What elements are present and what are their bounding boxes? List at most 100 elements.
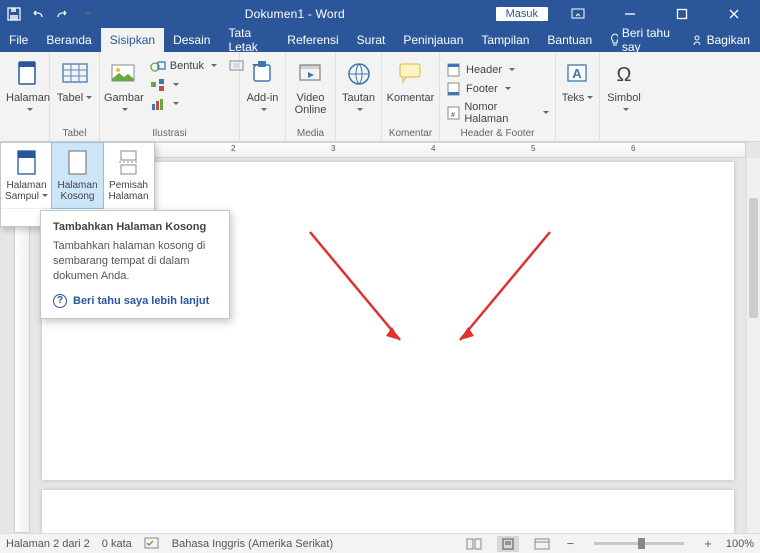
halaman-button[interactable]: Halaman bbox=[6, 56, 50, 118]
symbol-icon: Ω bbox=[608, 58, 640, 90]
gambar-button[interactable]: Gambar bbox=[104, 56, 144, 118]
zoom-slider-knob[interactable] bbox=[638, 538, 645, 549]
zoom-slider[interactable] bbox=[594, 542, 684, 545]
komentar-label: Komentar bbox=[387, 92, 435, 104]
page-number-icon: # bbox=[446, 106, 460, 120]
tabel-label: Tabel bbox=[57, 92, 92, 104]
tab-tataletak[interactable]: Tata Letak bbox=[219, 28, 278, 52]
tab-tampilan[interactable]: Tampilan bbox=[472, 28, 538, 52]
share-icon bbox=[691, 34, 703, 46]
document-page-2[interactable] bbox=[42, 490, 734, 533]
minimize-button[interactable] bbox=[608, 0, 652, 28]
header-icon bbox=[446, 63, 462, 77]
smartart-button[interactable] bbox=[148, 77, 219, 93]
zoom-out-button[interactable]: − bbox=[565, 536, 577, 551]
group-komentar-label: Komentar bbox=[386, 128, 435, 141]
teks-label: Teks bbox=[562, 92, 594, 104]
tooltip-body: Tambahkan halaman kosong di sembarang te… bbox=[53, 239, 217, 284]
annotation-arrow-left bbox=[300, 222, 420, 352]
window-title: Dokumen1 - Word bbox=[94, 7, 496, 21]
scrollbar-thumb[interactable] bbox=[749, 198, 758, 318]
footer-button[interactable]: Footer bbox=[444, 81, 551, 97]
tab-sisipkan[interactable]: Sisipkan bbox=[101, 28, 164, 52]
undo-icon[interactable] bbox=[30, 6, 46, 22]
group-label bbox=[6, 139, 45, 141]
smartart-icon bbox=[150, 78, 166, 92]
tooltip-title: Tambahkan Halaman Kosong bbox=[53, 221, 217, 233]
ribbon-tabs: File Beranda Sisipkan Desain Tata Letak … bbox=[0, 28, 760, 52]
tabel-button[interactable]: Tabel bbox=[54, 56, 95, 106]
video-icon bbox=[295, 58, 327, 90]
header-button[interactable]: Header bbox=[444, 62, 551, 78]
web-layout-icon[interactable] bbox=[531, 536, 553, 552]
comment-icon bbox=[395, 58, 427, 90]
ribbon-display-options-icon[interactable] bbox=[556, 0, 600, 28]
save-icon[interactable] bbox=[6, 6, 22, 22]
tab-surat[interactable]: Surat bbox=[348, 28, 395, 52]
halaman-sampul-button[interactable]: Halaman Sampul bbox=[1, 143, 52, 208]
addin-icon bbox=[247, 58, 279, 90]
komentar-button[interactable]: Komentar bbox=[386, 56, 435, 106]
tab-desain[interactable]: Desain bbox=[164, 28, 219, 52]
page-break-icon bbox=[117, 149, 141, 177]
tooltip-tell-me-more[interactable]: ? Beri tahu saya lebih lanjut bbox=[53, 294, 217, 308]
tautan-button[interactable]: Tautan bbox=[340, 56, 377, 118]
tab-beranda[interactable]: Beranda bbox=[37, 28, 100, 52]
help-icon: ? bbox=[53, 294, 67, 308]
link-icon bbox=[343, 58, 375, 90]
tab-file[interactable]: File bbox=[0, 28, 37, 52]
redo-icon[interactable] bbox=[54, 6, 70, 22]
video-label: Video Online bbox=[290, 92, 331, 116]
group-media-label: Media bbox=[290, 128, 331, 141]
signin-button[interactable]: Masuk bbox=[496, 7, 548, 21]
shapes-icon bbox=[150, 59, 166, 73]
tell-me-input[interactable]: Beri tahu say bbox=[601, 28, 680, 52]
tab-peninjauan[interactable]: Peninjauan bbox=[394, 28, 472, 52]
qat-customize-icon[interactable] bbox=[78, 6, 94, 22]
title-bar: Dokumen1 - Word Masuk bbox=[0, 0, 760, 28]
simbol-label: Simbol bbox=[604, 92, 644, 116]
zoom-level[interactable]: 100% bbox=[726, 538, 754, 550]
pemisah-halaman-button[interactable]: Pemisah Halaman bbox=[103, 143, 154, 208]
status-language[interactable]: Bahasa Inggris (Amerika Serikat) bbox=[172, 538, 333, 550]
close-button[interactable] bbox=[712, 0, 756, 28]
addin-button[interactable]: Add-in bbox=[244, 56, 281, 118]
maximize-button[interactable] bbox=[660, 0, 704, 28]
nomor-halaman-button[interactable]: # Nomor Halaman bbox=[444, 100, 551, 126]
gambar-label: Gambar bbox=[104, 92, 144, 116]
bentuk-label: Bentuk bbox=[170, 60, 204, 72]
sampul-label: Halaman Sampul bbox=[3, 180, 50, 202]
halaman-label: Halaman bbox=[6, 92, 50, 116]
tooltip-link-label: Beri tahu saya lebih lanjut bbox=[73, 295, 209, 307]
status-page[interactable]: Halaman 2 dari 2 bbox=[6, 538, 90, 550]
simbol-button[interactable]: Ω Simbol bbox=[604, 56, 644, 118]
addin-label: Add-in bbox=[244, 92, 281, 116]
video-online-button[interactable]: Video Online bbox=[290, 56, 331, 118]
read-mode-icon[interactable] bbox=[463, 536, 485, 552]
svg-text:A: A bbox=[572, 66, 582, 81]
cover-page-icon bbox=[15, 149, 39, 177]
tooltip-blank-page: Tambahkan Halaman Kosong Tambahkan halam… bbox=[40, 210, 230, 319]
group-tabel-label: Tabel bbox=[54, 128, 95, 141]
vertical-scrollbar[interactable] bbox=[746, 158, 760, 533]
print-layout-icon[interactable] bbox=[497, 536, 519, 552]
zoom-in-button[interactable]: + bbox=[702, 536, 714, 551]
footer-label: Footer bbox=[466, 83, 498, 95]
share-label: Bagikan bbox=[707, 33, 750, 47]
tab-referensi[interactable]: Referensi bbox=[278, 28, 347, 52]
chart-button[interactable] bbox=[148, 96, 219, 112]
kosong-label: Halaman Kosong bbox=[54, 180, 101, 202]
bentuk-button[interactable]: Bentuk bbox=[148, 58, 219, 74]
tab-bantuan[interactable]: Bantuan bbox=[538, 28, 601, 52]
share-button[interactable]: Bagikan bbox=[681, 28, 760, 52]
ribbon: Halaman Tabel Tabel Gambar Bentuk bbox=[0, 52, 760, 142]
svg-text:Ω: Ω bbox=[617, 64, 632, 86]
pictures-icon bbox=[108, 58, 140, 90]
teks-button[interactable]: A Teks bbox=[560, 56, 595, 106]
status-words[interactable]: 0 kata bbox=[102, 538, 132, 550]
halaman-kosong-button[interactable]: Halaman Kosong bbox=[51, 142, 104, 209]
spellcheck-icon[interactable] bbox=[144, 537, 160, 550]
status-bar: Halaman 2 dari 2 0 kata Bahasa Inggris (… bbox=[0, 533, 760, 553]
tautan-label: Tautan bbox=[340, 92, 377, 116]
table-icon bbox=[59, 58, 91, 90]
